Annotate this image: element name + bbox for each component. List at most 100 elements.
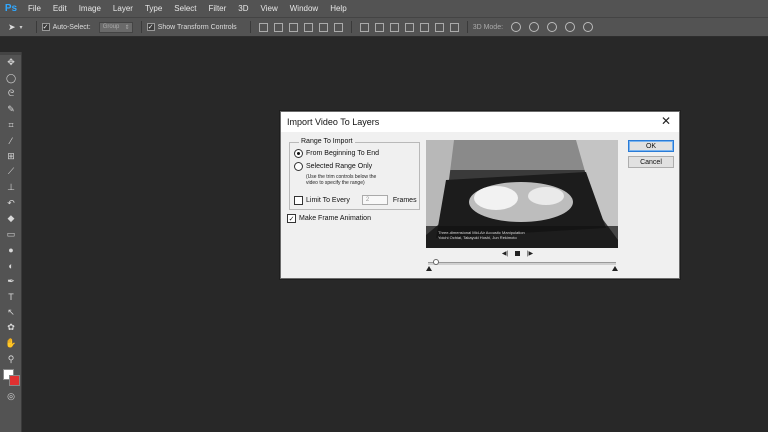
options-bar: ➤ ▾ ✓ Auto-Select: Group ⇕ ✓ Show Transf… bbox=[0, 17, 768, 37]
limit-label: Limit To Every bbox=[306, 196, 350, 204]
transport-controls: ◀| |▶ bbox=[499, 250, 536, 257]
distribute-vcenter-icon[interactable] bbox=[374, 22, 384, 32]
distribute-bottom-icon[interactable] bbox=[389, 22, 399, 32]
shape-icon[interactable]: ✿ bbox=[0, 320, 22, 336]
hint-line-2: video to specify the range) bbox=[306, 180, 365, 186]
radio-selected-range[interactable]: Selected Range Only bbox=[294, 162, 372, 171]
limit-frames-input[interactable]: 2 bbox=[361, 195, 388, 205]
path-select-icon[interactable]: ↖ bbox=[0, 305, 22, 321]
eraser-icon[interactable]: ◆ bbox=[0, 211, 22, 227]
background-color-swatch[interactable] bbox=[9, 374, 20, 386]
move-icon[interactable]: ✥ bbox=[0, 55, 22, 71]
radio-beginning-label: From Beginning To End bbox=[306, 150, 380, 157]
divider bbox=[350, 21, 352, 33]
dialog-title-bar[interactable]: Import Video To Layers bbox=[281, 112, 679, 132]
dodge-icon[interactable]: ◐ bbox=[0, 258, 22, 274]
marquee-icon[interactable]: ◯ bbox=[0, 71, 22, 87]
show-transform-checkbox[interactable]: ✓ Show Transform Controls bbox=[146, 23, 237, 31]
distribute-right-icon[interactable] bbox=[434, 22, 444, 32]
menu-window[interactable]: Window bbox=[284, 0, 324, 17]
auto-select-dropdown[interactable]: Group ⇕ bbox=[98, 21, 133, 33]
show-transform-label: Show Transform Controls bbox=[157, 23, 237, 31]
align-hcenter-icon[interactable] bbox=[318, 22, 328, 32]
align-vcenter-icon[interactable] bbox=[273, 22, 283, 32]
rewind-icon[interactable]: ◀| bbox=[499, 250, 511, 257]
divider bbox=[35, 21, 37, 33]
crop-icon[interactable]: ⌗ bbox=[0, 117, 22, 133]
chevron-updown-icon: ⇕ bbox=[124, 24, 130, 31]
zoom-icon[interactable]: ⚲ bbox=[0, 351, 22, 367]
photoshop-logo: Ps bbox=[4, 3, 18, 14]
video-caption: Three-dimensional Mid-Air Acoustic Manip… bbox=[438, 230, 525, 240]
range-hint: (Use the trim controls below the video t… bbox=[306, 174, 418, 186]
radio-selected-label: Selected Range Only bbox=[306, 163, 373, 170]
align-top-icon[interactable] bbox=[258, 22, 268, 32]
range-legend: Range To Import bbox=[299, 138, 355, 145]
quick-mask-icon[interactable]: ◎ bbox=[0, 389, 22, 405]
distribute-hcenter-icon[interactable] bbox=[419, 22, 429, 32]
auto-align-icon[interactable] bbox=[449, 22, 459, 32]
divider bbox=[140, 21, 142, 33]
healing-icon[interactable]: ⊞ bbox=[0, 149, 22, 165]
frames-label: Frames bbox=[392, 196, 417, 204]
limit-checkbox[interactable] bbox=[294, 195, 303, 205]
align-bottom-icon[interactable] bbox=[288, 22, 298, 32]
menu-image[interactable]: Image bbox=[73, 0, 107, 17]
blur-icon[interactable]: ● bbox=[0, 242, 22, 258]
3d-mode-label: 3D Mode: bbox=[472, 23, 504, 31]
range-group: Range To Import From Beginning To End Se… bbox=[289, 138, 420, 210]
3d-drag-icon[interactable] bbox=[547, 22, 558, 32]
cancel-button[interactable]: Cancel bbox=[628, 156, 674, 168]
brush-icon[interactable]: ⟋ bbox=[0, 164, 22, 180]
pen-icon[interactable]: ✒ bbox=[0, 273, 22, 289]
align-left-icon[interactable] bbox=[303, 22, 313, 32]
hand-icon[interactable]: ✋ bbox=[0, 336, 22, 352]
3d-scale-icon[interactable] bbox=[583, 22, 594, 32]
tool-preset-picker[interactable]: ➤ ▾ bbox=[8, 22, 23, 33]
3d-roll-icon[interactable] bbox=[529, 22, 540, 32]
menu-layer[interactable]: Layer bbox=[107, 0, 139, 17]
stop-icon[interactable] bbox=[515, 251, 520, 256]
make-animation-label: Make Frame Animation bbox=[299, 215, 371, 222]
timeline-track[interactable] bbox=[428, 262, 616, 265]
3d-slide-icon[interactable] bbox=[565, 22, 576, 32]
chevron-down-icon: ▾ bbox=[19, 24, 23, 31]
dialog-title: Import Video To Layers bbox=[287, 117, 380, 127]
radio-from-beginning[interactable]: From Beginning To End bbox=[294, 149, 379, 158]
distribute-left-icon[interactable] bbox=[404, 22, 414, 32]
divider bbox=[466, 21, 468, 33]
limit-row: Limit To Every 2 Frames bbox=[294, 195, 417, 205]
auto-select-checkbox[interactable]: ✓ Auto-Select: bbox=[41, 23, 91, 31]
menu-file[interactable]: File bbox=[22, 0, 47, 17]
gradient-icon[interactable]: ▭ bbox=[0, 227, 22, 243]
stamp-icon[interactable]: ⊥ bbox=[0, 180, 22, 196]
menu-view[interactable]: View bbox=[255, 0, 284, 17]
menu-select[interactable]: Select bbox=[168, 0, 202, 17]
menu-bar: Ps File Edit Image Layer Type Select Fil… bbox=[0, 0, 768, 17]
lasso-icon[interactable]: ᘓ bbox=[0, 86, 22, 102]
align-right-icon[interactable] bbox=[333, 22, 343, 32]
menu-type[interactable]: Type bbox=[139, 0, 168, 17]
ok-button[interactable]: OK bbox=[628, 140, 674, 152]
make-animation-row[interactable]: ✓ Make Frame Animation bbox=[287, 214, 371, 223]
history-brush-icon[interactable]: ↶ bbox=[0, 195, 22, 211]
eyedropper-icon[interactable]: ⁄ bbox=[0, 133, 22, 149]
menu-help[interactable]: Help bbox=[324, 0, 352, 17]
play-icon[interactable]: |▶ bbox=[524, 250, 536, 257]
trim-start-marker[interactable] bbox=[426, 266, 432, 271]
menu-filter[interactable]: Filter bbox=[203, 0, 233, 17]
3d-rotate-icon[interactable] bbox=[511, 22, 522, 32]
type-icon[interactable]: T bbox=[0, 289, 22, 305]
tools-panel: ✥ ◯ ᘓ ✎ ⌗ ⁄ ⊞ ⟋ ⊥ ↶ ◆ ▭ ● ◐ ✒ T ↖ ✿ ✋ ⚲ … bbox=[0, 52, 22, 432]
menu-3d[interactable]: 3D bbox=[232, 0, 254, 17]
playhead-handle[interactable] bbox=[433, 259, 439, 265]
import-video-dialog: Import Video To Layers ✕ Range To Import… bbox=[280, 111, 680, 279]
trim-end-marker[interactable] bbox=[612, 266, 618, 271]
color-swatches bbox=[0, 367, 21, 389]
radio-unselected-icon bbox=[294, 162, 303, 171]
quick-select-icon[interactable]: ✎ bbox=[0, 102, 22, 118]
distribute-top-icon[interactable] bbox=[359, 22, 369, 32]
close-icon[interactable]: ✕ bbox=[661, 114, 671, 128]
menu-edit[interactable]: Edit bbox=[47, 0, 73, 17]
make-animation-checkbox[interactable]: ✓ bbox=[287, 214, 296, 223]
